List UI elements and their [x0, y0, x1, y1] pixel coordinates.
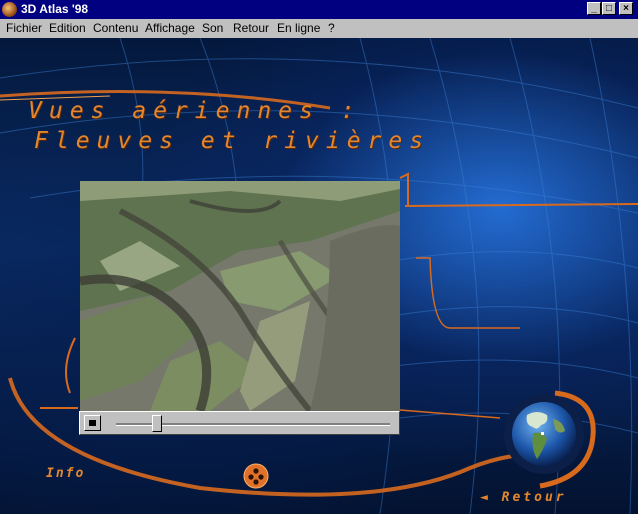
stop-button[interactable]: [84, 415, 101, 431]
stop-icon: [89, 420, 96, 426]
menu-en-ligne[interactable]: En ligne: [277, 21, 320, 36]
window-title: 3D Atlas '98: [21, 2, 89, 16]
heading-line-2: Fleuves et rivières: [34, 128, 431, 154]
menu-contenu[interactable]: Contenu: [93, 21, 138, 36]
minimize-button[interactable]: _: [587, 2, 601, 15]
maximize-button[interactable]: □: [602, 2, 616, 15]
app-window: 3D Atlas '98 _ □ × Fichier Edition Conte…: [0, 0, 638, 514]
content-area: Vues aériennes : Fleuves et rivières Inf…: [0, 38, 638, 514]
menu-help[interactable]: ?: [328, 21, 335, 36]
menu-bar: Fichier Edition Contenu Affichage Son Re…: [0, 19, 638, 38]
menu-affichage[interactable]: Affichage: [145, 21, 195, 36]
retour-link[interactable]: ◄ Retour: [480, 490, 567, 505]
menu-son[interactable]: Son: [202, 21, 223, 36]
menu-fichier[interactable]: Fichier: [6, 21, 42, 36]
earth-globe-icon[interactable]: [503, 393, 585, 475]
close-button[interactable]: ×: [619, 2, 633, 15]
title-bar[interactable]: 3D Atlas '98 _ □ ×: [0, 0, 638, 19]
video-progress-thumb[interactable]: [152, 415, 163, 432]
globe-app-icon[interactable]: [2, 2, 17, 17]
video-controls: [79, 411, 400, 435]
info-link[interactable]: Info: [46, 466, 85, 481]
aerial-video-frame[interactable]: [80, 181, 400, 411]
orb-menu-icon[interactable]: [243, 463, 269, 489]
aerial-river-image: [80, 181, 400, 411]
menu-edition[interactable]: Edition: [49, 21, 86, 36]
heading-line-1: Vues aériennes :: [28, 98, 362, 124]
menu-retour[interactable]: Retour: [233, 21, 269, 36]
